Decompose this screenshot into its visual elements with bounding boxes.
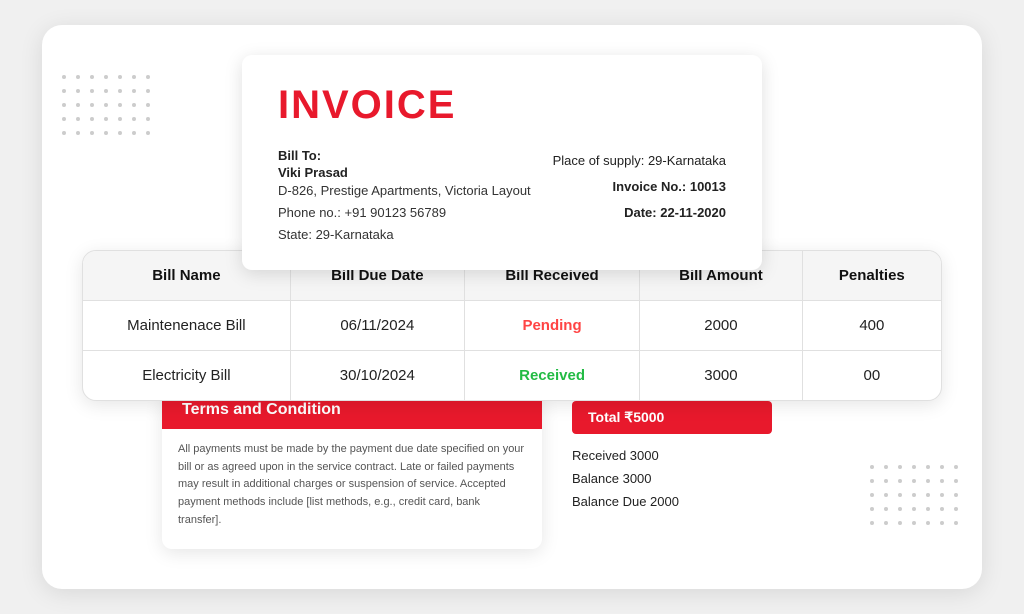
dot [146,103,150,107]
dot [146,89,150,93]
dot [62,103,66,107]
summary-row: Received 3000 [572,448,772,463]
dot [104,75,108,79]
bill-to-phone: Phone no.: +91 90123 56789 [278,202,531,224]
dot [146,131,150,135]
dot [954,465,958,469]
dot [118,89,122,93]
dot [146,75,150,79]
dot [62,117,66,121]
table-card: Bill Name Bill Due Date Bill Received Bi… [82,250,942,401]
dot [76,89,80,93]
dot [118,131,122,135]
cell-bill-name: Maintenenace Bill [83,301,290,351]
dot [90,103,94,107]
bill-to-details: D-826, Prestige Apartments, Victoria Lay… [278,180,531,246]
cell-penalties: 400 [802,301,941,351]
invoice-date: Date: 22-11-2020 [553,200,726,226]
dot [132,89,136,93]
dot [954,521,958,525]
invoice-title: INVOICE [278,83,726,128]
dot [118,117,122,121]
bill-to-address: D-826, Prestige Apartments, Victoria Lay… [278,180,531,202]
dot [118,103,122,107]
dot [76,131,80,135]
dot [954,507,958,511]
dot [104,103,108,107]
dot [62,89,66,93]
dot [146,117,150,121]
outer-container: INVOICE Bill To: Viki Prasad D-826, Pres… [42,25,982,589]
invoice-card: INVOICE Bill To: Viki Prasad D-826, Pres… [242,55,762,270]
dot [954,493,958,497]
dot [90,131,94,135]
dot [76,117,80,121]
dot [62,131,66,135]
bill-to-section: Bill To: Viki Prasad D-826, Prestige Apa… [278,148,531,246]
dot [132,103,136,107]
table-row: Maintenenace Bill 06/11/2024 Pending 200… [83,301,941,351]
total-bar: Total ₹5000 [572,401,772,434]
terms-text: All payments must be made by the payment… [162,441,542,529]
summary-row: Balance Due 2000 [572,494,772,509]
cell-due-date: 30/10/2024 [290,351,464,401]
invoice-number: Invoice No.: 10013 [553,174,726,200]
cell-received-status: Received [464,351,639,401]
bill-to-name: Viki Prasad [278,165,531,180]
dot [104,117,108,121]
dot [954,479,958,483]
dot [132,117,136,121]
terms-card: Terms and Condition All payments must be… [162,391,542,549]
status-badge: Received [519,367,585,384]
bill-to-state: State: 29-Karnataka [278,224,531,246]
invoice-right: Place of supply: 29-Karnataka Invoice No… [553,148,726,246]
cell-amount: 2000 [640,301,803,351]
cell-penalties: 00 [802,351,941,401]
place-of-supply: Place of supply: 29-Karnataka [553,148,726,174]
cell-amount: 3000 [640,351,803,401]
dot-grid-top-left [62,75,154,139]
status-badge: Pending [522,317,581,334]
summary-section: Total ₹5000 Received 3000 Balance 3000 Bal… [572,391,772,549]
invoice-body: Bill To: Viki Prasad D-826, Prestige Apa… [278,148,726,246]
cell-bill-name: Electricity Bill [83,351,290,401]
dot [76,103,80,107]
dot [132,75,136,79]
cell-received-status: Pending [464,301,639,351]
dot [104,131,108,135]
dot [90,89,94,93]
cell-due-date: 06/11/2024 [290,301,464,351]
dot [90,75,94,79]
bottom-section: Terms and Condition All payments must be… [82,391,942,549]
invoice-no-value: Invoice No.: 10013 [613,179,726,194]
dot [90,117,94,121]
dot [62,75,66,79]
bill-to-label: Bill To: [278,148,531,163]
dot [76,75,80,79]
dot [118,75,122,79]
summary-row: Balance 3000 [572,471,772,486]
table-row: Electricity Bill 30/10/2024 Received 300… [83,351,941,401]
invoice-date-value: Date: 22-11-2020 [624,205,726,220]
dot [104,89,108,93]
dot [132,131,136,135]
col-header-penalties: Penalties [802,251,941,301]
bill-table: Bill Name Bill Due Date Bill Received Bi… [83,251,941,400]
